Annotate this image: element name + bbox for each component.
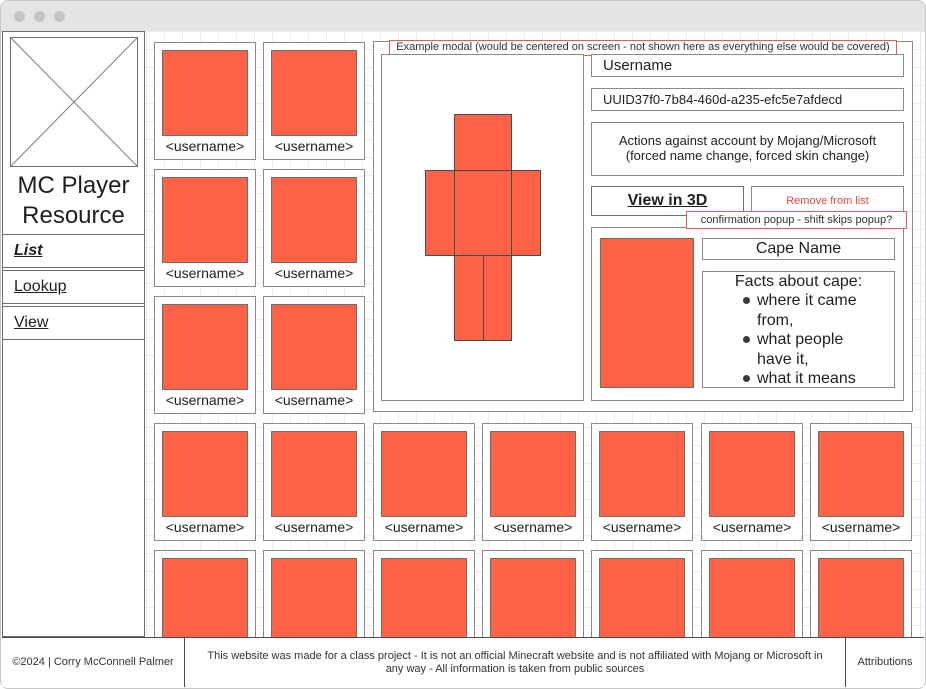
page-footer: ©2024 | Corry McConnell Palmer This webs…	[2, 637, 924, 687]
attributions-link[interactable]: Attributions	[846, 638, 924, 687]
player-username-label: <username>	[274, 519, 354, 535]
player-card[interactable]: <username>	[154, 42, 256, 160]
cape-facts-heading: Facts about cape:	[734, 273, 863, 290]
player-skin-thumbnail	[271, 304, 357, 390]
window-titlebar	[1, 1, 925, 32]
player-card[interactable]: <username>	[154, 169, 256, 287]
logo-image-placeholder	[10, 37, 138, 167]
player-card[interactable]: <username>	[810, 423, 912, 541]
skin-preview-panel	[381, 54, 584, 401]
player-skin-thumbnail	[162, 177, 248, 263]
player-skin-thumbnail	[271, 177, 357, 263]
window-maximize-dot[interactable]	[54, 11, 65, 22]
player-card[interactable]: <username>	[591, 423, 693, 541]
skin-head	[454, 114, 512, 171]
player-skin-thumbnail	[162, 50, 248, 136]
player-username-label: <username>	[384, 519, 464, 535]
player-skin-thumbnail	[818, 558, 904, 644]
cape-image	[600, 238, 694, 388]
cape-facts-box: Facts about cape: where it came from, wh…	[702, 271, 895, 388]
player-skin-thumbnail	[271, 558, 357, 644]
skin-right-leg	[454, 255, 484, 341]
player-skin-thumbnail	[599, 558, 685, 644]
player-skin-thumbnail	[490, 431, 576, 517]
player-username-label: <username>	[821, 519, 901, 535]
player-card[interactable]: <username>	[154, 296, 256, 414]
player-card[interactable]: <username>	[482, 423, 584, 541]
player-username-label: <username>	[712, 519, 792, 535]
nav-item-list[interactable]: List	[3, 234, 144, 268]
player-card[interactable]: <username>	[263, 423, 365, 541]
player-username-label: <username>	[493, 519, 573, 535]
sidebar: MC Player Resource List Lookup View	[2, 31, 145, 637]
player-skin-thumbnail	[709, 558, 795, 644]
player-skin-thumbnail	[162, 431, 248, 517]
skin-left-leg	[483, 255, 512, 341]
player-skin-thumbnail	[271, 431, 357, 517]
player-skin-thumbnail	[162, 558, 248, 644]
window-close-dot[interactable]	[14, 11, 25, 22]
player-username-label: <username>	[165, 138, 245, 154]
cape-facts-list: where it came from, what people have it,…	[743, 291, 894, 387]
player-username-label: <username>	[274, 265, 354, 281]
player-username-label: <username>	[274, 392, 354, 408]
nav-item-lookup[interactable]: Lookup	[3, 270, 144, 304]
skin-right-arm	[425, 170, 455, 256]
uuid-field: UUID37f0-7b84-460d-a235-efc5e7afdecd	[591, 88, 904, 111]
account-actions-box: Actions against account by Mojang/Micros…	[591, 122, 904, 176]
skin-left-arm	[511, 170, 541, 256]
cape-fact-item: what people have it,	[743, 330, 875, 369]
site-title: MC Player Resource	[17, 172, 130, 229]
player-skin-thumbnail	[818, 431, 904, 517]
cape-fact-item: where it came from,	[743, 291, 875, 330]
player-username-label: <username>	[165, 392, 245, 408]
image-placeholder-icon	[11, 38, 137, 166]
window-minimize-dot[interactable]	[34, 11, 45, 22]
player-skin-thumbnail	[381, 558, 467, 644]
player-skin-thumbnail	[490, 558, 576, 644]
player-card[interactable]: <username>	[154, 423, 256, 541]
username-field: Username	[591, 54, 904, 77]
player-card[interactable]: <username>	[701, 423, 803, 541]
player-card[interactable]: <username>	[263, 169, 365, 287]
cape-name-field: Cape Name	[702, 238, 895, 260]
player-skin-thumbnail	[709, 431, 795, 517]
confirmation-annotation-note: confirmation popup - shift skips popup?	[686, 211, 907, 229]
player-skin-thumbnail	[381, 431, 467, 517]
cape-fact-item: what it means	[743, 369, 875, 387]
skin-torso	[454, 170, 512, 256]
player-username-label: <username>	[165, 265, 245, 281]
player-skin-thumbnail	[599, 431, 685, 517]
player-card[interactable]: <username>	[263, 296, 365, 414]
account-actions-line2: (forced name change, forced skin change)	[625, 148, 870, 163]
player-card[interactable]: <username>	[373, 423, 475, 541]
nav-item-view[interactable]: View	[3, 306, 144, 340]
footer-disclaimer: This website was made for a class projec…	[207, 649, 823, 675]
player-skin-thumbnail	[162, 304, 248, 390]
player-card[interactable]: <username>	[263, 42, 365, 160]
player-username-label: <username>	[274, 138, 354, 154]
player-username-label: <username>	[165, 519, 245, 535]
player-skin-thumbnail	[271, 50, 357, 136]
player-username-label: <username>	[602, 519, 682, 535]
footer-copyright: ©2024 | Corry McConnell Palmer	[12, 656, 174, 668]
account-actions-line1: Actions against account by Mojang/Micros…	[618, 133, 877, 148]
